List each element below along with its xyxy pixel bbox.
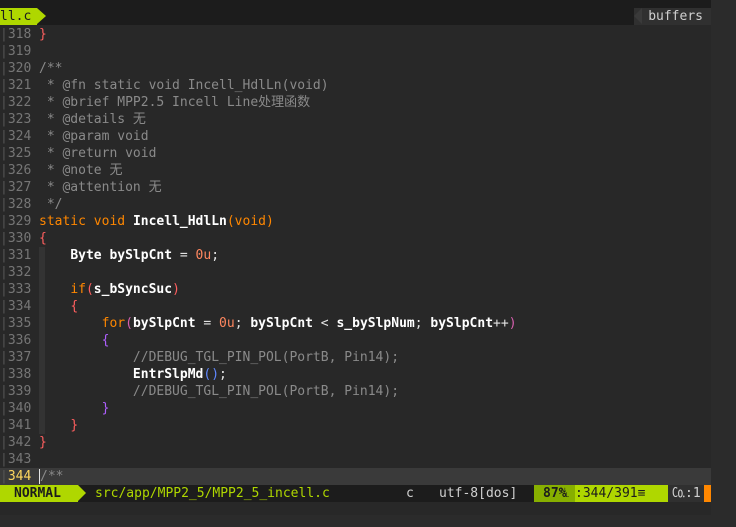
code-text: { [70, 299, 79, 314]
line-number: 334 [0, 298, 36, 315]
line-number: 329 [0, 213, 36, 230]
line-number: 338 [0, 366, 36, 383]
code-line[interactable]: 324 * @param void [0, 128, 711, 145]
code-line[interactable]: 321 * @fn static void Incell_HdlLn(void) [0, 77, 711, 94]
mode-indicator: NORMAL [0, 485, 86, 502]
error-indicator [704, 485, 711, 502]
line-number: 342 [0, 434, 36, 451]
code-line[interactable]: 342} [0, 434, 711, 451]
code-text: if(s_bSyncSuc) [70, 282, 180, 297]
code-text: * @attention 无 [39, 180, 162, 195]
line-number: 341 [0, 417, 36, 434]
code-text: * @details 无 [39, 112, 146, 127]
code-text: * @brief MPP2.5 Incell Line处理函数 [39, 95, 311, 110]
code-line[interactable]: 331 Byte bySlpCnt = 0u; [0, 247, 711, 264]
line-number: 332 [0, 264, 36, 281]
code-line[interactable]: 327 * @attention 无 [0, 179, 711, 196]
command-line[interactable] [0, 502, 711, 515]
code-line[interactable]: 340 } [0, 400, 711, 417]
line-number: 333 [0, 281, 36, 298]
cursor-position: :344/391≡ [575, 486, 646, 501]
line-number: 321 [0, 77, 36, 94]
line-number: 319 [0, 43, 36, 60]
tab-active-buffer[interactable]: ll.c [0, 8, 47, 25]
line-number: 344 [0, 468, 36, 485]
tabline: ll.c buffers [0, 0, 711, 25]
code-line[interactable]: 329static void Incell_HdlLn(void) [0, 213, 711, 230]
line-number: 322 [0, 94, 36, 111]
line-number: 330 [0, 230, 36, 247]
code-text: Byte bySlpCnt = 0u; [70, 248, 220, 263]
column-indicator: ㏇:1 [668, 485, 705, 502]
line-number: 326 [0, 162, 36, 179]
code-text: /** [39, 469, 64, 484]
code-line[interactable]: 337 //DEBUG_TGL_PIN_POL(PortB, Pin14); [0, 349, 711, 366]
code-line[interactable]: 320/** [0, 60, 711, 77]
code-text: * @param void [39, 129, 149, 144]
code-text: * @return void [39, 146, 157, 161]
code-text: } [39, 435, 47, 450]
editor-area[interactable]: 318}319320/**321 * @fn static void Incel… [0, 25, 711, 485]
code-line[interactable]: 335 for(bySlpCnt = 0u; bySlpCnt < s_bySl… [0, 315, 711, 332]
line-icon: ␤ [560, 486, 571, 501]
code-text: { [39, 231, 47, 246]
line-number: 340 [0, 400, 36, 417]
code-line[interactable]: 319 [0, 43, 711, 60]
code-line[interactable]: 341 } [0, 417, 711, 434]
line-number: 336 [0, 332, 36, 349]
code-text: } [101, 401, 110, 416]
vim-window: ll.c buffers 318}319320/**321 * @fn stat… [0, 0, 711, 515]
line-number: 318 [0, 26, 36, 43]
code-text: for(bySlpCnt = 0u; bySlpCnt < s_bySlpNum… [101, 316, 517, 331]
code-line[interactable]: 326 * @note 无 [0, 162, 711, 179]
line-number: 335 [0, 315, 36, 332]
code-line[interactable]: 323 * @details 无 [0, 111, 711, 128]
code-text: * @fn static void Incell_HdlLn(void) [39, 78, 329, 93]
code-text: * @note 无 [39, 163, 123, 178]
line-number: 323 [0, 111, 36, 128]
line-number: 327 [0, 179, 36, 196]
code-text: */ [39, 197, 63, 212]
code-text: /** [39, 61, 63, 76]
code-text: EntrSlpMd(); [132, 367, 227, 382]
code-line[interactable]: 318} [0, 26, 711, 43]
code-line-current[interactable]: 344/** [0, 468, 711, 485]
line-number: 320 [0, 60, 36, 77]
statusline: NORMAL src/app/MPP2_5/MPP2_5_incell.c c … [0, 485, 711, 502]
file-path: src/app/MPP2_5/MPP2_5_incell.c [95, 486, 330, 501]
code-line[interactable]: 334 { [0, 298, 711, 315]
code-text: //DEBUG_TGL_PIN_POL(PortB, Pin14); [132, 350, 400, 365]
file-encoding: utf-8[dos] [439, 486, 518, 501]
filetype: c [406, 486, 414, 501]
line-number: 331 [0, 247, 36, 264]
line-number: 339 [0, 383, 36, 400]
code-line[interactable]: 338 EntrSlpMd(); [0, 366, 711, 383]
line-number: 343 [0, 451, 36, 468]
line-number: 324 [0, 128, 36, 145]
code-line[interactable]: 330{ [0, 230, 711, 247]
code-line[interactable]: 336 { [0, 332, 711, 349]
buffers-label[interactable]: buffers [634, 8, 711, 25]
code-line[interactable]: 328 */ [0, 196, 711, 213]
code-line[interactable]: 325 * @return void [0, 145, 711, 162]
code-text: static void Incell_HdlLn(void) [39, 214, 274, 229]
code-line[interactable]: 332 [0, 264, 711, 281]
code-text: } [70, 418, 79, 433]
code-line[interactable]: 343 [0, 451, 711, 468]
code-line[interactable]: 333 if(s_bSyncSuc) [0, 281, 711, 298]
code-line[interactable]: 339 //DEBUG_TGL_PIN_POL(PortB, Pin14); [0, 383, 711, 400]
code-text: { [101, 333, 110, 348]
code-text: } [39, 27, 47, 42]
line-number: 328 [0, 196, 36, 213]
line-number: 325 [0, 145, 36, 162]
code-line[interactable]: 322 * @brief MPP2.5 Incell Line处理函数 [0, 94, 711, 111]
line-number: 337 [0, 349, 36, 366]
code-text: //DEBUG_TGL_PIN_POL(PortB, Pin14); [132, 384, 400, 399]
